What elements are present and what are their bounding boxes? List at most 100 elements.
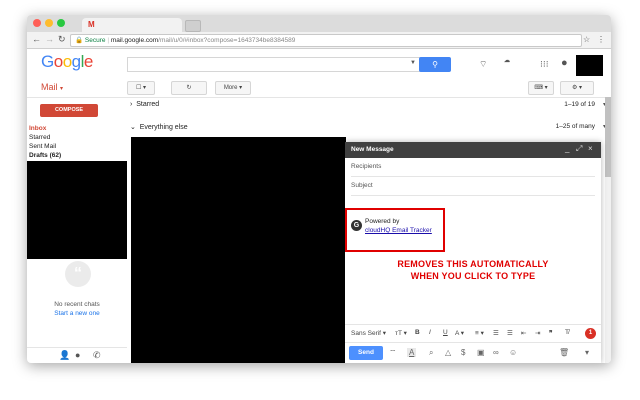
no-chats-text: No recent chats <box>54 301 100 308</box>
bold-icon[interactable]: B <box>415 329 420 336</box>
annotation-line-1: REMOVES THIS AUTOMATICALLY <box>397 259 549 269</box>
refresh-icon: ↻ <box>186 85 192 91</box>
bulleted-list-icon[interactable]: ☰ <box>507 329 513 337</box>
quote-icon[interactable]: ❞ <box>549 329 553 337</box>
chat-tabs: 👤 ● ✆ <box>27 347 127 363</box>
url-host: mail.google.com <box>110 37 159 44</box>
expand-icon[interactable]: ⤢ <box>576 144 582 154</box>
money-icon[interactable]: $ <box>461 348 465 357</box>
scrollbar-thumb[interactable] <box>605 97 611 177</box>
address-bar[interactable]: 🔒 Secure | mail.google.com/mail/u/0/#inb… <box>70 34 582 47</box>
input-tools-button[interactable]: ⌨ ▾ <box>528 81 554 95</box>
apps-grid-icon[interactable]: ⁝⁝⁝ <box>540 59 549 70</box>
refresh-button[interactable]: ↻ <box>171 81 207 95</box>
bookmark-star-icon[interactable]: ☆ <box>583 35 590 44</box>
close-window-icon[interactable] <box>33 19 41 27</box>
section-count: 1–25 of many <box>555 123 595 130</box>
mail-title[interactable]: Mail ▾ <box>41 82 63 92</box>
formatting-options-icon[interactable]: A <box>407 348 417 357</box>
reload-icon[interactable]: ↻ <box>58 34 66 45</box>
powered-by-text: Powered by <box>365 218 400 225</box>
compose-window: New Message _ ⤢ × Recipients Subject G P… <box>345 142 601 363</box>
hangouts-icon[interactable]: ● <box>75 350 80 360</box>
browser-menu-icon[interactable]: ⋮ <box>597 35 605 44</box>
chat-bubble-icon: “ <box>65 261 91 287</box>
google-header: Google ▼ ⚲ ⌔ ☁ ⁝⁝⁝ ● <box>27 49 611 77</box>
select-checkbox-button[interactable]: ☐ ▾ <box>127 81 155 95</box>
back-icon[interactable]: ← <box>32 34 41 44</box>
url-path: /mail/u/0/#inbox?compose=1643734be838458… <box>158 37 296 44</box>
notification-badge[interactable]: 1 <box>585 328 596 339</box>
formatting-toolbar: Sans Serif ▾ тT ▾ B I U A ▾ ≡ ▾ ☰ ☰ ⇤ ⇥ … <box>345 324 601 342</box>
attach-icon[interactable]: ⌕ <box>429 348 433 358</box>
font-size-icon[interactable]: тT ▾ <box>395 329 407 337</box>
minimize-window-icon[interactable] <box>45 19 53 27</box>
photo-icon[interactable]: ▣ <box>477 348 485 357</box>
numbered-list-icon[interactable]: ☰ <box>493 329 499 337</box>
wifi-icon[interactable]: ⌔ <box>479 59 487 70</box>
sidebar-item-sent-mail[interactable]: Sent Mail <box>29 143 56 150</box>
redacted-area <box>27 161 127 259</box>
compose-title: New Message <box>351 146 394 153</box>
cloudhq-logo-icon: G <box>351 220 362 231</box>
align-icon[interactable]: ≡ ▾ <box>475 329 484 337</box>
phone-icon[interactable]: ✆ <box>93 350 101 361</box>
collapse-icon: ⌄ <box>130 124 136 131</box>
tracker-signature-highlight: G Powered by cloudHQ Email Tracker <box>345 208 445 252</box>
close-icon[interactable]: × <box>588 144 593 153</box>
cloudhq-tracker-link[interactable]: cloudHQ Email Tracker <box>365 227 432 234</box>
browser-tab[interactable]: M <box>82 18 182 32</box>
recipients-field[interactable]: Recipients <box>351 158 595 177</box>
search-button[interactable]: ⚲ <box>419 57 451 72</box>
text-color-icon[interactable]: A ▾ <box>455 329 464 337</box>
sidebar-item-drafts[interactable]: Drafts (62) <box>29 152 61 159</box>
drive-icon[interactable]: △ <box>445 348 451 357</box>
indent-more-icon[interactable]: ⇥ <box>535 329 540 337</box>
minimize-icon[interactable]: _ <box>565 144 569 153</box>
start-new-chat-link[interactable]: Start a new one <box>27 310 127 317</box>
trash-icon[interactable]: 🗑 <box>559 348 569 357</box>
emoji-icon[interactable]: ☺ <box>509 348 517 357</box>
expand-icon: › <box>130 101 133 108</box>
scrollbar[interactable] <box>605 97 611 363</box>
browser-toolbar: ← → ↻ 🔒 Secure | mail.google.com/mail/u/… <box>27 32 611 49</box>
link-icon[interactable]: ∞ <box>493 348 499 357</box>
subject-field[interactable]: Subject <box>351 177 595 196</box>
sidebar-item-starred[interactable]: Starred <box>29 134 50 141</box>
section-everything-else[interactable]: ⌄ Everything else 1–25 of many ▾ <box>127 119 611 137</box>
font-family-select[interactable]: Sans Serif ▾ <box>351 329 386 337</box>
compose-actions-bar: Send ⌔ A ⌕ △ $ ▣ ∞ ☺ 🗑 ▾ <box>345 342 601 363</box>
compose-button[interactable]: COMPOSE <box>40 104 98 117</box>
redacted-avatar <box>576 55 603 76</box>
send-button[interactable]: Send <box>349 346 383 360</box>
italic-icon[interactable]: I <box>429 329 431 336</box>
compose-header[interactable]: New Message _ ⤢ × <box>345 142 601 158</box>
indent-less-icon[interactable]: ⇤ <box>521 329 526 337</box>
google-logo[interactable]: Google <box>41 52 93 72</box>
more-options-chevron-icon[interactable]: ▾ <box>585 348 589 357</box>
new-tab-button[interactable] <box>185 20 201 32</box>
sidebar: COMPOSE Inbox Starred Sent Mail Drafts (… <box>27 97 127 363</box>
sidebar-item-inbox[interactable]: Inbox <box>29 125 46 132</box>
cloudhq-icon[interactable]: ☁ <box>504 57 510 64</box>
gmail-app-bar: Mail ▾ ☐ ▾ ↻ More ▾ ⌨ ▾ ⚙ ▾ <box>27 77 611 98</box>
search-options-chevron-icon[interactable]: ▼ <box>410 60 416 66</box>
section-count: 1–19 of 19 <box>564 101 595 108</box>
lock-icon: 🔒 <box>75 37 84 44</box>
more-button[interactable]: More ▾ <box>215 81 251 95</box>
title-bar: M <box>27 15 611 32</box>
search-icon: ⚲ <box>432 60 438 69</box>
gear-icon: ⚙ <box>571 85 578 91</box>
annotation-line-2: WHEN YOU CLICK TO TYPE <box>410 271 536 281</box>
remove-formatting-icon[interactable]: T̸ <box>565 329 569 336</box>
forward-icon[interactable]: → <box>45 34 54 44</box>
tracking-wifi-icon[interactable]: ⌔ <box>389 348 397 358</box>
settings-button[interactable]: ⚙ ▾ <box>560 81 594 95</box>
section-starred[interactable]: › Starred 1–19 of 19 ▾ <box>127 97 611 115</box>
account-circle-icon[interactable]: ● <box>561 57 568 69</box>
search-input[interactable]: ▼ <box>127 57 421 72</box>
keyboard-icon: ⌨ <box>534 85 543 91</box>
contacts-icon[interactable]: 👤 <box>59 350 70 361</box>
underline-icon[interactable]: U <box>443 329 448 336</box>
maximize-window-icon[interactable] <box>57 19 65 27</box>
